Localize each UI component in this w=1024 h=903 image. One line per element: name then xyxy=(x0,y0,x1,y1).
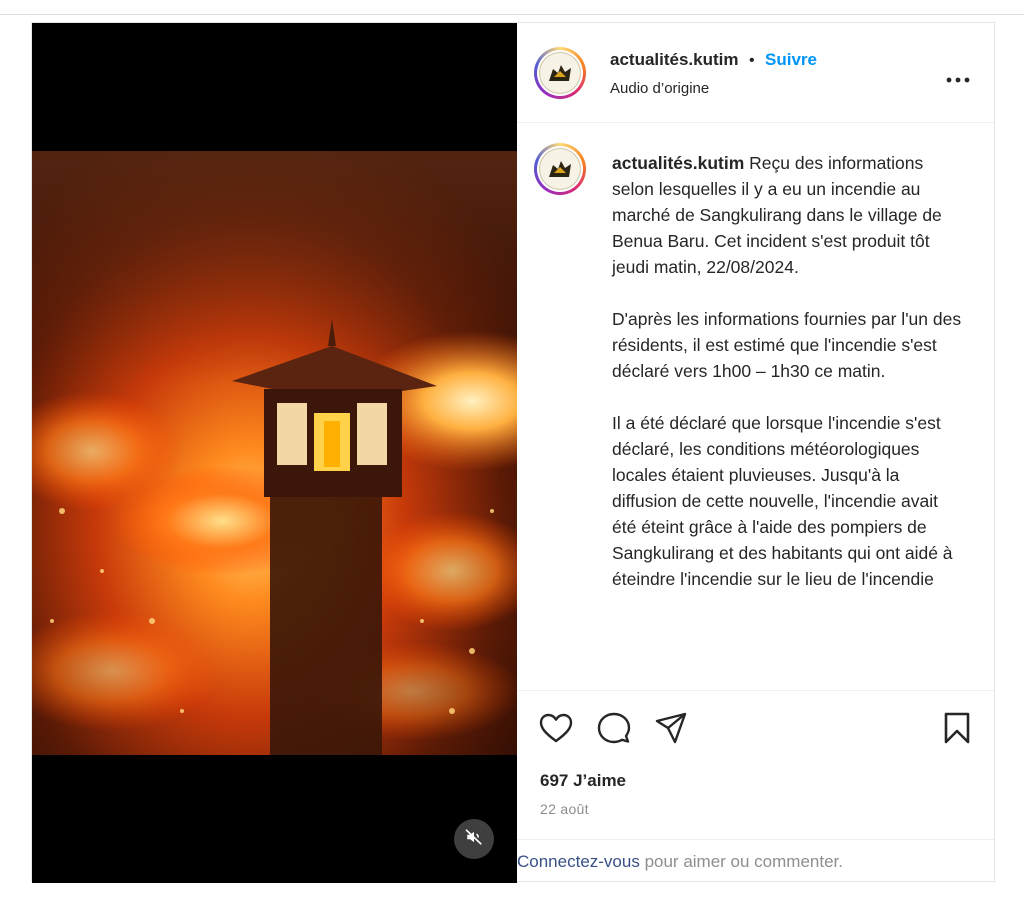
comment-button[interactable] xyxy=(597,711,631,745)
caption-paragraph-1: actualités.kutim Reçu des informations s… xyxy=(612,150,962,280)
caption-paragraph-3: Il a été déclaré que lorsque l'incendie … xyxy=(612,413,953,589)
follow-button[interactable]: Suivre xyxy=(765,50,817,69)
mute-button[interactable] xyxy=(454,819,494,859)
video-player[interactable] xyxy=(32,23,517,883)
share-button[interactable] xyxy=(654,711,688,745)
like-button[interactable] xyxy=(539,711,573,745)
avatar[interactable] xyxy=(534,47,586,99)
top-divider xyxy=(0,14,1024,15)
post-actions: 697 J’aime 22 août Connectez-vous pour a… xyxy=(517,690,994,880)
post-sidebar: actualités.kutim • Suivre Audio d’origin… xyxy=(517,23,994,881)
more-options-button[interactable] xyxy=(945,71,971,83)
likes-count[interactable]: 697 J’aime xyxy=(540,771,626,791)
video-frame-fire[interactable] xyxy=(32,151,517,755)
kasas-kutim-logo xyxy=(539,52,581,94)
tiger-emblem-icon xyxy=(549,161,571,177)
heart-icon xyxy=(539,713,573,743)
caption-username-link[interactable]: actualités.kutim xyxy=(612,153,744,173)
post-caption: actualités.kutim Reçu des informations s… xyxy=(612,150,962,618)
caption-avatar[interactable] xyxy=(534,143,586,195)
post-date[interactable]: 22 août xyxy=(540,801,589,817)
muted-speaker-icon xyxy=(465,828,483,851)
login-prompt: Connectez-vous pour aimer ou commenter. xyxy=(517,839,994,881)
kasas-kutim-logo xyxy=(539,148,581,190)
header-title-row: actualités.kutim • Suivre xyxy=(610,50,817,70)
tiger-emblem-icon xyxy=(549,65,571,81)
audio-link[interactable]: Audio d’origine xyxy=(610,80,709,97)
username-link[interactable]: actualités.kutim xyxy=(610,50,739,69)
separator-dot: • xyxy=(748,52,755,69)
send-icon xyxy=(655,712,687,744)
more-icon xyxy=(946,77,970,83)
comment-icon xyxy=(597,712,631,744)
post-header: actualités.kutim • Suivre Audio d’origin… xyxy=(517,23,994,123)
caption-paragraph-2: D'après les informations fournies par l'… xyxy=(612,309,962,381)
save-button[interactable] xyxy=(942,711,972,745)
post-card: actualités.kutim • Suivre Audio d’origin… xyxy=(31,22,995,883)
login-prompt-text: pour aimer ou commenter. xyxy=(639,852,843,871)
bookmark-icon xyxy=(944,712,970,744)
login-link[interactable]: Connectez-vous xyxy=(517,852,640,871)
